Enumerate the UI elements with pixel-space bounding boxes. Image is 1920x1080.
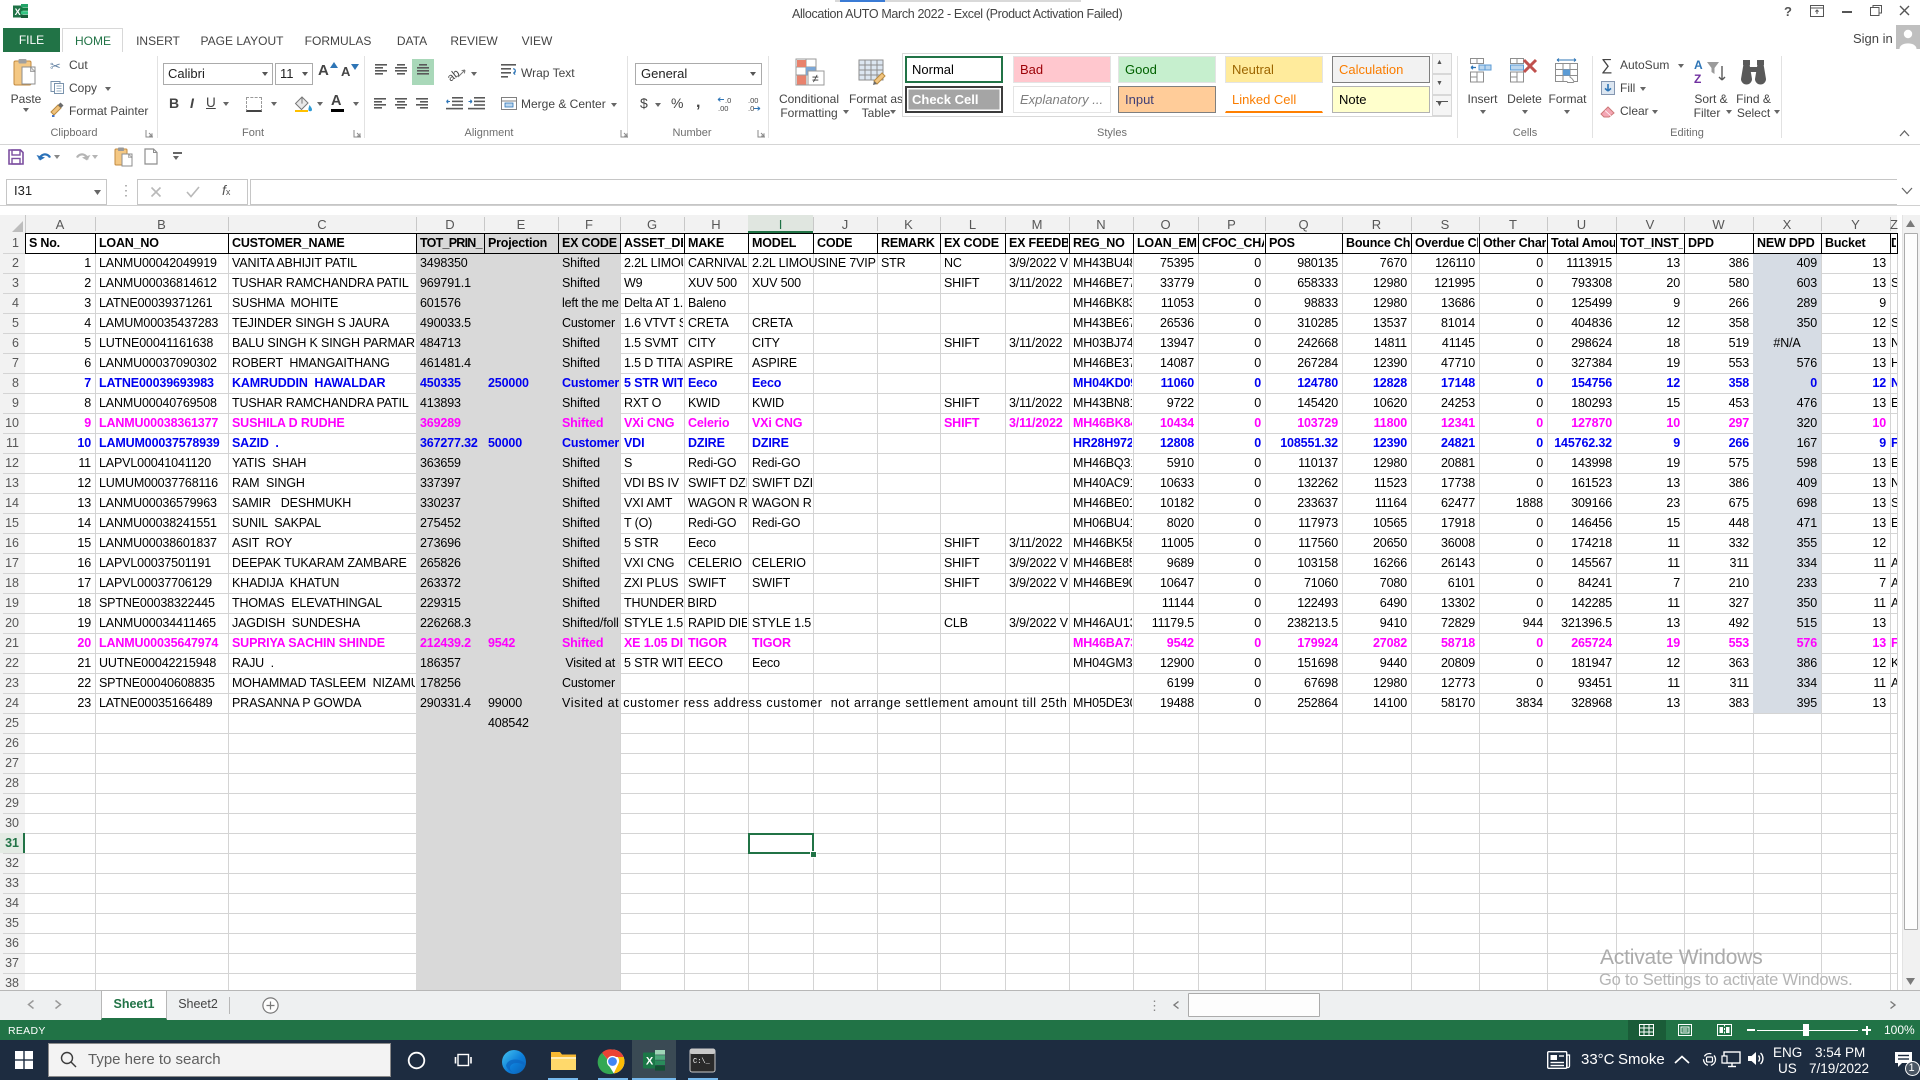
svg-text:.00: .00	[718, 104, 728, 113]
svg-text:X: X	[646, 1056, 654, 1068]
svg-text:≠: ≠	[812, 72, 819, 86]
svg-text:A: A	[1694, 58, 1703, 72]
svg-text:Z: Z	[1694, 72, 1701, 86]
svg-text:C:\_: C:\_	[693, 1058, 711, 1066]
svg-text:✂: ✂	[50, 59, 61, 74]
svg-text:X: X	[15, 7, 21, 17]
svg-text:.0: .0	[748, 104, 754, 113]
